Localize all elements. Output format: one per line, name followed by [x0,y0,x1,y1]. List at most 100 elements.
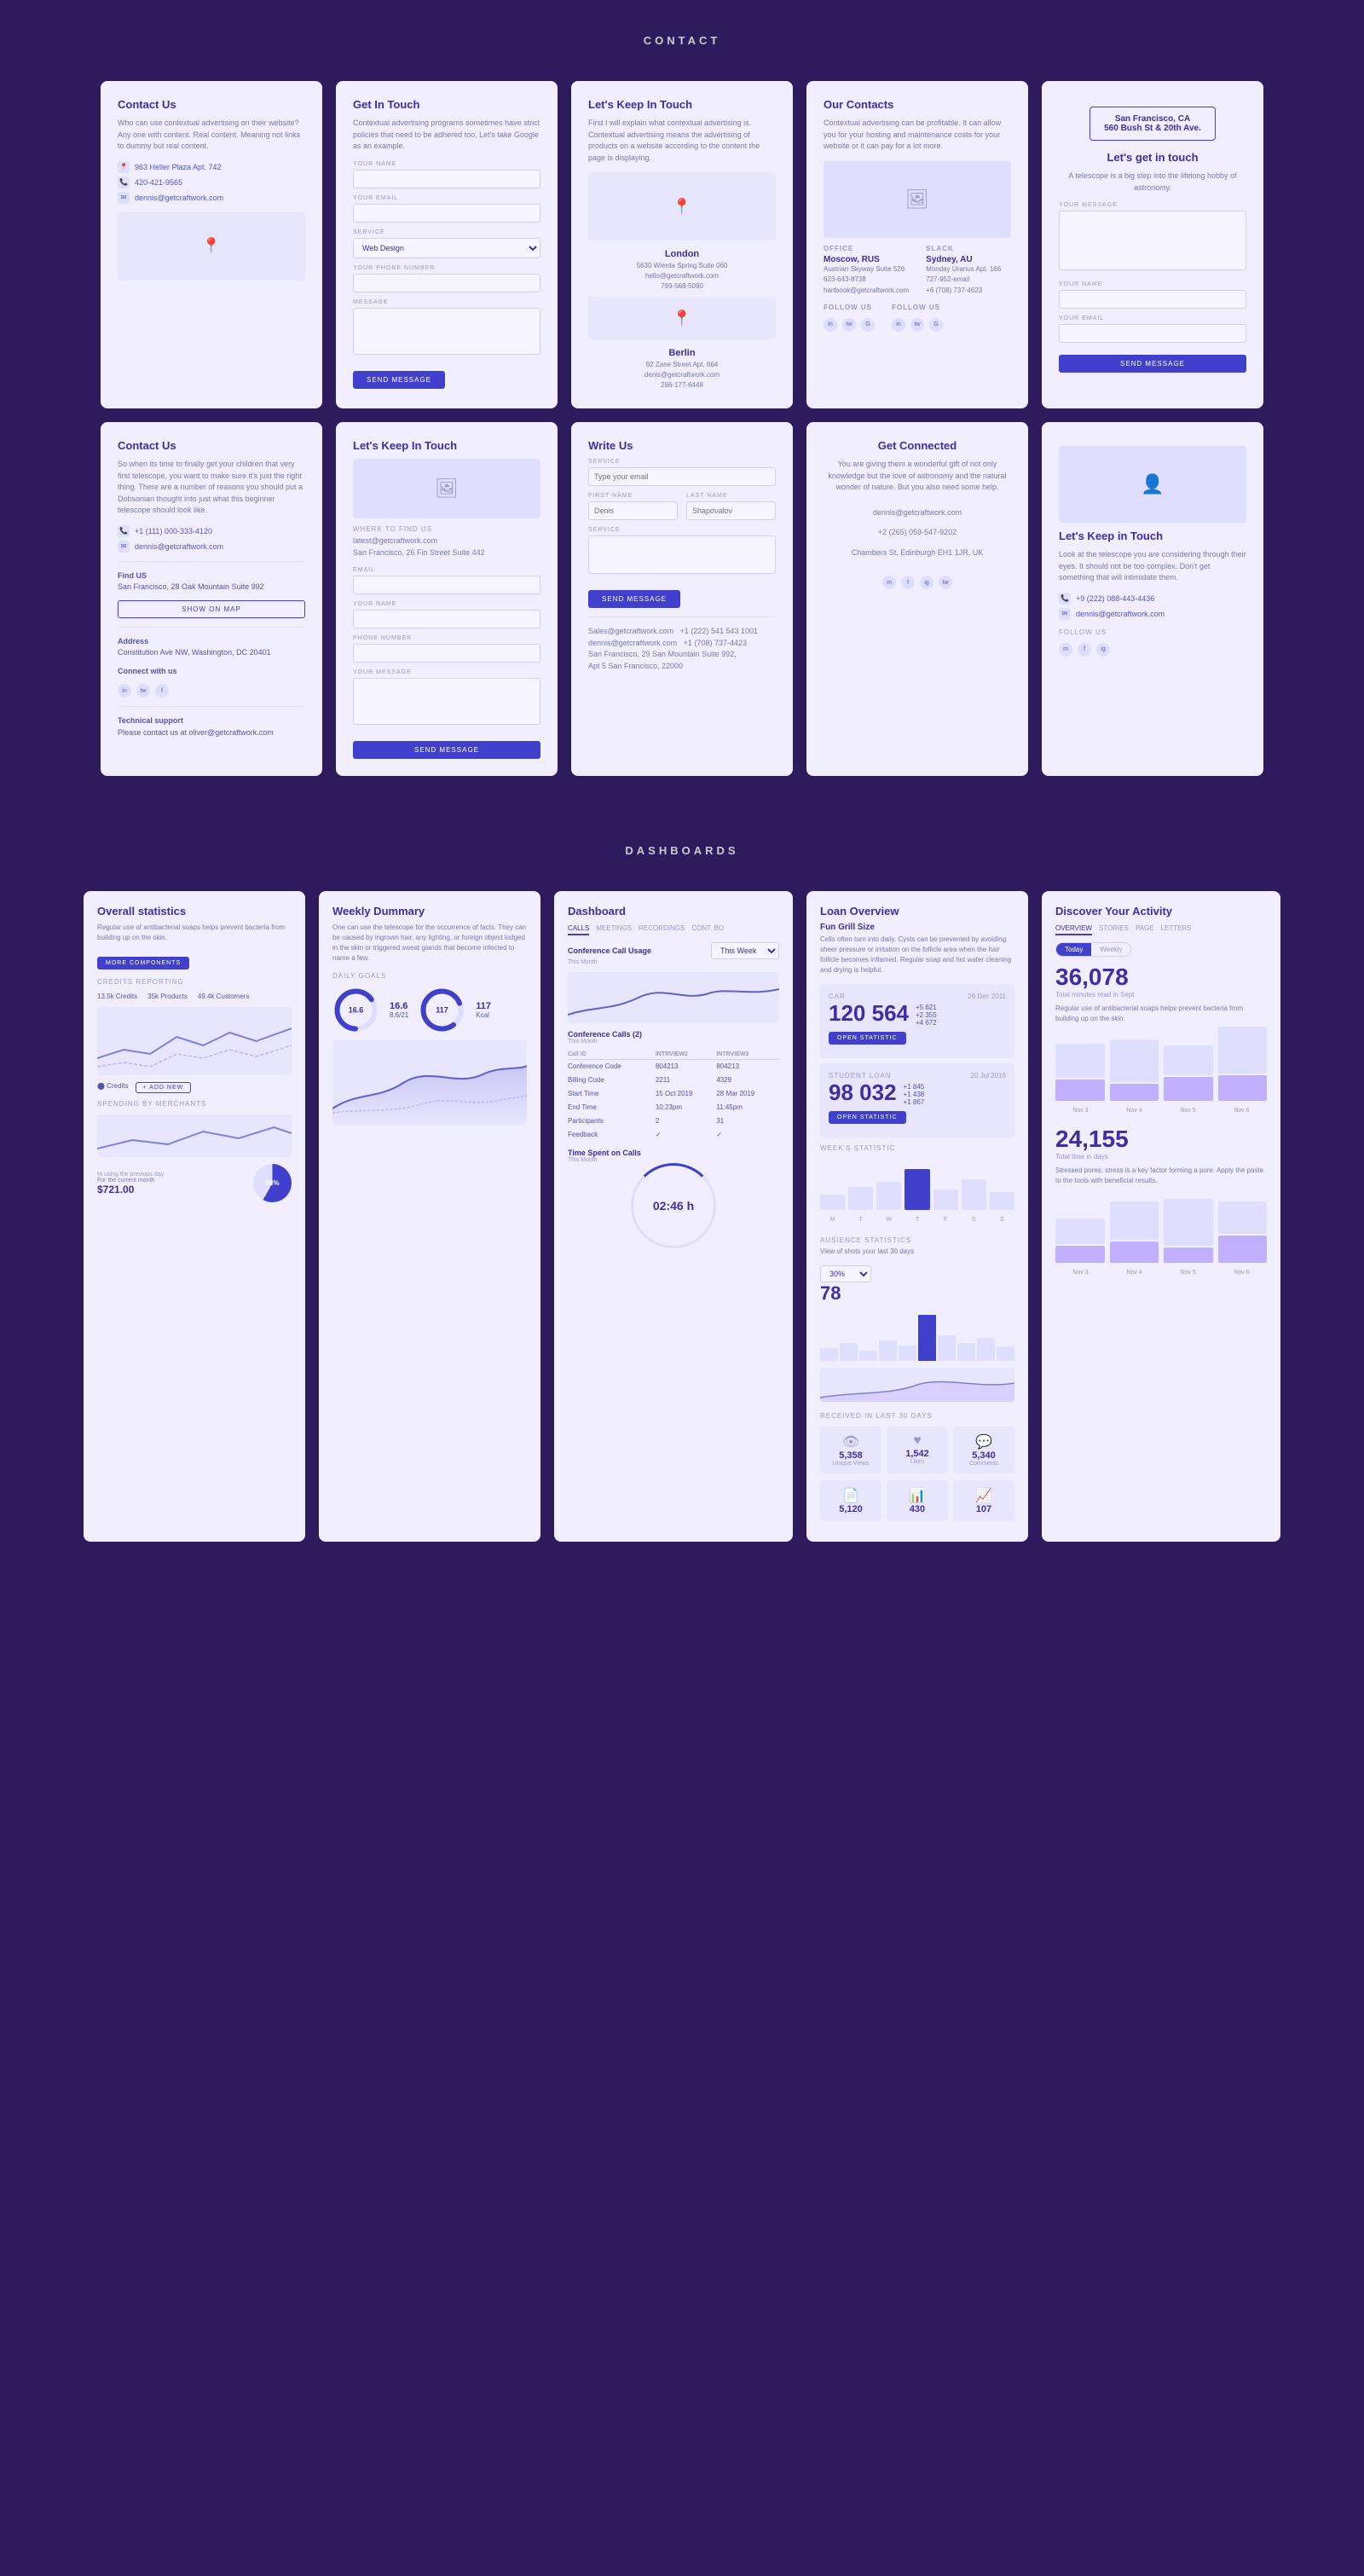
input-your-email[interactable] [1059,324,1246,343]
input-name-2[interactable] [353,610,540,628]
input-your-name[interactable] [1059,290,1246,309]
conf-chart [568,972,779,1023]
lkt3-soc-3[interactable]: ig [1096,643,1110,657]
input-email[interactable] [353,204,540,223]
input-wu-fname[interactable] [588,501,678,520]
gc-soc-4[interactable]: tw [939,576,952,589]
divider-1 [118,561,305,562]
daily-goals-label: Daily goals [332,972,527,980]
prev-day-amount: $721.00 [97,1184,246,1195]
lkt3-soc-1[interactable]: m [1059,643,1072,657]
conf-usage-filter[interactable]: This Week [711,942,779,959]
social-in-icon[interactable]: in [824,318,837,332]
audience-area-chart [820,1368,1014,1402]
textarea-message[interactable] [353,308,540,355]
fg-message: Your message [1059,202,1246,275]
da-tab-page[interactable]: PAGE [1136,923,1154,935]
da-tab-overview[interactable]: OVERVIEW [1055,923,1092,935]
select-service[interactable]: Web Design [353,238,540,258]
card-desc-cu2: So when its time to finally get your chi… [118,459,305,517]
da-big-num: 36,078 [1055,965,1267,989]
sl-deltas: +1 845+1 438+1 867 [904,1083,925,1106]
td-label-4: End Time [568,1101,656,1114]
fun-grill-desc: Cells often turn into daily. Cysts can b… [820,935,1014,975]
wu-send-btn[interactable]: SEND MESSAGE [588,590,680,608]
sl-open-stat-btn[interactable]: OPEN STATISTIC [829,1111,906,1124]
show-on-map-btn[interactable]: SHOW ON MAP [118,600,305,618]
fg-phone-2: PHONE NUMBER [353,635,540,663]
sf-address-text: San Francisco, CA560 Bush St & 20th Ave. [1089,107,1216,141]
lkt3-soc-2[interactable]: f [1078,643,1091,657]
wbl-t: T [848,1217,873,1223]
tech-support: Technical supportPlease contact us at ol… [118,715,305,738]
da-tab-letters[interactable]: LETTERS [1161,923,1192,935]
send-btn-2[interactable]: SEND MESSAGE [353,741,540,759]
sc-fb[interactable]: f [155,684,169,698]
audience-stats-label: Ausience Statistics [820,1236,1014,1244]
da-tab-today[interactable]: Today [1056,943,1091,956]
credits-stats: 13.5k Credits 35k Products 49.4k Custome… [97,993,292,1000]
da-tab-stories[interactable]: STORIES [1099,923,1129,935]
phone-text: 420-421-9565 [135,178,182,187]
textarea-your-message[interactable] [1059,211,1246,270]
social-g-icon[interactable]: G [861,318,875,332]
gc-soc-2[interactable]: f [901,576,915,589]
social-tw-icon-2[interactable]: tw [910,318,924,332]
divider-3 [118,706,305,707]
textarea-msg-2[interactable] [353,678,540,725]
lkt3-phone: 📞 +9 (222) 088-443-4436 [1059,593,1246,605]
map-placeholder-3: 📍 [588,297,776,339]
input-phone[interactable] [353,274,540,292]
send-message-btn-2[interactable]: SEND MESSAGE [1059,355,1246,373]
gc-soc-3[interactable]: ig [920,576,933,589]
tab-calls[interactable]: CALLS [568,923,589,935]
social-in-icon-2[interactable]: in [892,318,905,332]
wbl-s2: S [990,1217,1014,1223]
lbl-wu-service2: SERVICE [588,527,776,533]
da-bar-group2-2 [1110,1201,1159,1263]
spending-label: SPENDING BY MERCHANTS [97,1100,292,1108]
email-text: dennis@getcraftwork.com [135,194,223,202]
textarea-wu-msg[interactable] [588,535,776,574]
connect-label: Connect with us [118,666,305,678]
ab-7 [938,1335,956,1361]
send-message-btn-1[interactable]: SEND MESSAGE [353,371,445,389]
sf-subtitle: Let's get in touch [1059,151,1246,164]
da-bar-2b [1110,1084,1159,1101]
ri-label-2: Likes [893,1459,941,1465]
car-open-stat-btn[interactable]: OPEN STATISTIC [829,1032,906,1045]
social-connect: in tw f [118,684,305,698]
fg-your-email: YOUR EMAIL [1059,315,1246,343]
more-components-btn[interactable]: MORE COMPONENTS [97,957,189,970]
add-new-btn[interactable]: + Add New [136,1082,192,1093]
social-g-icon-2[interactable]: G [929,318,943,332]
gc-soc-1[interactable]: m [882,576,896,589]
office-label-moscow: OFFICE [824,245,909,252]
timer-circle: 02:46 h [631,1163,716,1248]
td-v1-1: 804213 [656,1060,716,1074]
sf-address-box: San Francisco, CA560 Bush St & 20th Ave. [1059,107,1246,141]
sc-tw[interactable]: tw [136,684,150,698]
input-wu-service[interactable] [588,467,776,486]
tab-cont[interactable]: CONT. BO [691,923,724,935]
input-wu-lname[interactable] [686,501,776,520]
tab-recordings[interactable]: RECORDINGS [639,923,685,935]
lkt3-phone-icon: 📞 [1059,593,1071,605]
da-b2-3b [1164,1247,1213,1263]
ri-icon-2: ♥ [893,1433,941,1449]
sl-amount: 98 032 [829,1080,897,1106]
tab-meetings[interactable]: MEETINGS [596,923,632,935]
da-tab-weekly[interactable]: Weekly [1091,943,1130,956]
table-row: Feedback ✓ ✓ [568,1128,779,1142]
input-phone-2[interactable] [353,644,540,663]
cu2-email-icon: ✉ [118,541,130,553]
td-v2-1: 804213 [716,1060,779,1074]
input-email-2[interactable] [353,576,540,594]
sc-in[interactable]: in [118,684,131,698]
social-tw-icon[interactable]: tw [842,318,856,332]
stat-credits: 13.5k Credits [97,993,137,1000]
donut-wrapper: 16.6 16.6 8.6/21 117 117 Kcal [332,987,527,1033]
audience-filter[interactable]: 30% [820,1265,871,1282]
form-group-phone: YOUR PHONE NUMBER [353,265,540,292]
input-name[interactable] [353,170,540,188]
